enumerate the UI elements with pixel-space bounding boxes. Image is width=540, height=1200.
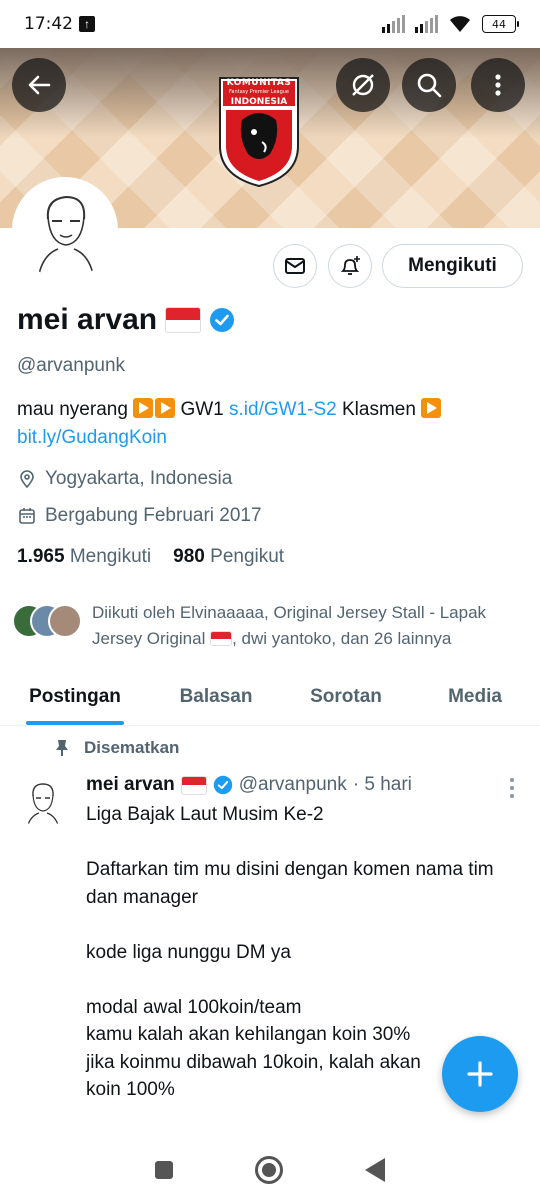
tweet-author-avatar[interactable]	[17, 776, 69, 828]
tweet-time: · 5 hari	[352, 774, 412, 795]
home-icon[interactable]	[255, 1156, 283, 1184]
follow-counts: 1.965 Mengikuti 980 Pengikut	[17, 546, 284, 568]
bio-link-gudangkoin[interactable]: bit.ly/GudangKoin	[17, 427, 167, 448]
indonesia-flag-icon	[180, 775, 207, 795]
tweet-author-handle: @arvanpunk	[238, 774, 347, 795]
pinned-indicator: Disematkan	[54, 738, 179, 758]
pinned-label: Disematkan	[84, 738, 180, 757]
play-button-emoji-icon	[421, 398, 442, 418]
back-triangle-icon[interactable]	[365, 1158, 385, 1182]
following-button[interactable]: Mengikuti	[382, 244, 523, 288]
profile-tabs: Postingan Balasan Sorotan Media	[0, 668, 540, 726]
tweet-line	[86, 966, 516, 994]
profile-bio: mau nyerang GW1 s.id/GW1-S2 Klasmen bit.…	[17, 396, 522, 452]
following-label: Mengikuti	[69, 546, 152, 567]
message-button[interactable]	[273, 244, 317, 288]
battery-level: 44	[492, 17, 506, 31]
bio-text-2: GW1	[175, 399, 230, 420]
bell-plus-icon	[340, 256, 360, 275]
followed-by-tail: , dwi yantoko, dan 26 lainnya	[232, 629, 452, 648]
wifi-icon	[450, 16, 470, 32]
bio-link-gw1[interactable]: s.id/GW1-S2	[229, 399, 337, 420]
tweet-line	[86, 829, 516, 857]
tab-media[interactable]: Media	[410, 668, 540, 725]
grok-button[interactable]	[336, 58, 390, 112]
indonesia-flag-icon	[165, 307, 202, 333]
profile-joined: Bergabung Februari 2017	[17, 505, 262, 527]
followed-by-text: Diikuti oleh Elvinaaaaa, Original Jersey…	[92, 600, 522, 652]
search-button[interactable]	[402, 58, 456, 112]
signal-icon-2	[415, 15, 438, 33]
tweet-line: Liga Bajak Laut Musim Ke-2	[86, 804, 324, 825]
tab-label: Sorotan	[310, 685, 382, 707]
profile-handle: @arvanpunk	[17, 355, 126, 376]
search-icon	[417, 73, 442, 98]
indonesia-flag-icon	[210, 631, 233, 646]
tab-balasan[interactable]: Balasan	[150, 668, 282, 725]
avatar	[48, 604, 82, 638]
followers-label: Pengikut	[210, 546, 285, 567]
play-button-emoji-icon	[133, 398, 154, 418]
signal-icon	[382, 15, 405, 33]
followers-link[interactable]: 980 Pengikut	[173, 546, 284, 568]
profile-name: mei arvan	[17, 303, 158, 336]
envelope-icon	[285, 258, 305, 274]
tab-label: Media	[448, 685, 502, 707]
followers-avatars	[12, 600, 82, 640]
play-button-emoji-icon	[155, 398, 176, 418]
tweet-author-name[interactable]: mei arvan	[86, 774, 175, 796]
plus-icon	[467, 1061, 493, 1087]
back-button[interactable]	[12, 58, 66, 112]
location-pin-icon	[20, 470, 34, 489]
logo-text-1: KOMUNITAS	[226, 78, 292, 88]
tab-label: Postingan	[29, 685, 121, 707]
tweet-line: modal awal 100koin/team	[86, 996, 302, 1018]
status-bar: 17:42 ↑ 44	[0, 0, 540, 48]
system-nav-bar	[0, 1140, 540, 1200]
joined-text: Bergabung Februari 2017	[45, 505, 262, 526]
logo-text-3: INDONESIA	[230, 97, 288, 107]
arrow-left-icon	[28, 75, 51, 95]
tweet-more-button[interactable]	[504, 778, 520, 798]
bio-text: mau nyerang	[17, 399, 128, 420]
more-vertical-icon	[495, 74, 501, 96]
notifications-button[interactable]	[328, 244, 372, 288]
tweet-line	[86, 911, 516, 939]
tweet-line: kode liga nunggu DM ya	[86, 941, 291, 963]
bio-text-3: Klasmen	[336, 399, 422, 420]
logo-text-2: Fantasy Premier League	[228, 89, 289, 95]
tab-sorotan[interactable]: Sorotan	[282, 668, 410, 725]
followed-by-section[interactable]: Diikuti oleh Elvinaaaaa, Original Jersey…	[12, 600, 522, 652]
tweet-header: mei arvan @arvanpunk · 5 hari	[86, 774, 412, 796]
profile-location: Yogyakarta, Indonesia	[17, 468, 232, 490]
verified-badge-icon[interactable]	[209, 307, 235, 333]
tab-postingan[interactable]: Postingan	[0, 668, 150, 725]
compose-post-button[interactable]	[442, 1036, 518, 1112]
upload-icon: ↑	[79, 16, 95, 32]
more-options-button[interactable]	[471, 58, 525, 112]
following-count: 1.965	[17, 546, 65, 567]
status-time: 17:42	[24, 14, 73, 34]
grok-icon	[352, 74, 374, 96]
community-logo: KOMUNITAS Fantasy Premier League INDONES…	[218, 76, 300, 188]
verified-badge-icon	[213, 775, 232, 795]
profile-avatar[interactable]	[12, 177, 118, 283]
location-text: Yogyakarta, Indonesia	[45, 468, 233, 489]
recents-icon[interactable]	[155, 1161, 173, 1179]
following-link[interactable]: 1.965 Mengikuti	[17, 546, 151, 568]
tweet-line: Daftarkan tim mu disini dengan komen nam…	[86, 859, 494, 908]
followers-count: 980	[173, 546, 205, 567]
tweet-line: kamu kalah akan kehilangan koin 30%	[86, 1024, 411, 1045]
tab-label: Balasan	[179, 685, 253, 707]
pin-icon	[56, 740, 68, 756]
battery-icon: 44	[482, 15, 519, 33]
profile-name-row: mei arvan	[17, 303, 235, 337]
calendar-icon	[19, 508, 35, 524]
